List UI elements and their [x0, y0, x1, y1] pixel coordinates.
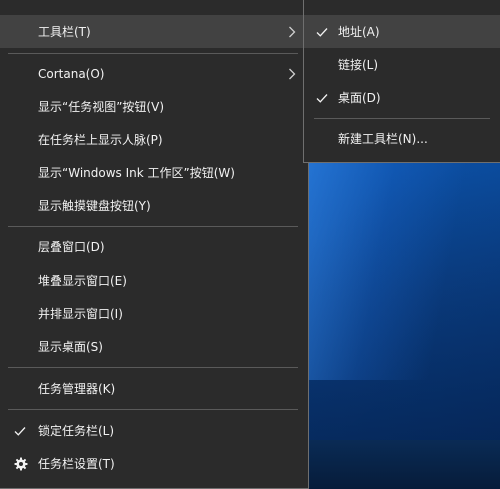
menu-item-label: 显示触摸键盘按钮(Y)	[38, 199, 151, 213]
menu-item-label: 堆叠显示窗口(E)	[38, 274, 127, 288]
menu-item-label: 在任务栏上显示人脉(P)	[38, 133, 163, 147]
checkmark-icon	[316, 92, 328, 104]
menu-item-stack-windows[interactable]: 堆叠显示窗口(E)	[0, 264, 308, 297]
menu-item-label: 任务管理器(K)	[38, 382, 116, 396]
submenu-item-links[interactable]: 链接(L)	[304, 48, 500, 81]
menu-item-label: 锁定任务栏(L)	[38, 424, 115, 438]
menu-item-cortana[interactable]: Cortana(O)	[0, 57, 308, 90]
menu-item-label: 任务栏设置(T)	[38, 457, 115, 471]
menu-item-lock-taskbar[interactable]: 锁定任务栏(L)	[0, 414, 308, 447]
menu-item-label: 显示“Windows Ink 工作区”按钮(W)	[38, 166, 235, 180]
submenu-item-label: 地址(A)	[338, 25, 380, 39]
menu-item-show-touch-keyboard[interactable]: 显示触摸键盘按钮(Y)	[0, 189, 308, 222]
menu-item-cascade-windows[interactable]: 层叠窗口(D)	[0, 230, 308, 263]
menu-item-show-desktop[interactable]: 显示桌面(S)	[0, 330, 308, 363]
submenu-item-label: 链接(L)	[338, 58, 379, 72]
checkmark-icon	[14, 425, 26, 437]
checkmark-icon	[316, 26, 328, 38]
wallpaper-shadow	[300, 440, 500, 489]
menu-item-label: 层叠窗口(D)	[38, 240, 105, 254]
menu-separator	[8, 409, 298, 410]
menu-item-label: 工具栏(T)	[38, 25, 91, 39]
wallpaper-light	[300, 160, 500, 380]
submenu-item-label: 桌面(D)	[338, 91, 381, 105]
chevron-right-icon	[288, 68, 298, 80]
taskbar-context-menu: 工具栏(T) Cortana(O) 显示“任务视图”按钮(V) 在任务栏上显示人…	[0, 0, 309, 489]
menu-item-show-windows-ink[interactable]: 显示“Windows Ink 工作区”按钮(W)	[0, 156, 308, 189]
menu-separator	[8, 53, 298, 54]
menu-item-label: 并排显示窗口(I)	[38, 307, 123, 321]
chevron-right-icon	[288, 26, 298, 38]
menu-item-side-by-side-windows[interactable]: 并排显示窗口(I)	[0, 297, 308, 330]
menu-item-show-task-view[interactable]: 显示“任务视图”按钮(V)	[0, 90, 308, 123]
menu-separator	[8, 226, 298, 227]
menu-item-task-manager[interactable]: 任务管理器(K)	[0, 372, 308, 405]
toolbars-submenu: 地址(A) 链接(L) 桌面(D) 新建工具栏(N)...	[303, 0, 500, 163]
menu-separator	[8, 367, 298, 368]
menu-item-label: 显示“任务视图”按钮(V)	[38, 100, 165, 114]
submenu-item-desktop[interactable]: 桌面(D)	[304, 81, 500, 114]
submenu-item-address[interactable]: 地址(A)	[304, 15, 500, 48]
menu-item-label: 显示桌面(S)	[38, 340, 103, 354]
menu-item-taskbar-settings[interactable]: 任务栏设置(T)	[0, 447, 308, 480]
submenu-item-new-toolbar[interactable]: 新建工具栏(N)...	[304, 122, 500, 155]
menu-item-show-people[interactable]: 在任务栏上显示人脉(P)	[0, 123, 308, 156]
gear-icon	[14, 457, 28, 471]
submenu-item-label: 新建工具栏(N)...	[338, 132, 428, 146]
menu-item-toolbars[interactable]: 工具栏(T)	[0, 15, 308, 48]
menu-item-label: Cortana(O)	[38, 66, 105, 81]
menu-separator	[314, 118, 490, 119]
